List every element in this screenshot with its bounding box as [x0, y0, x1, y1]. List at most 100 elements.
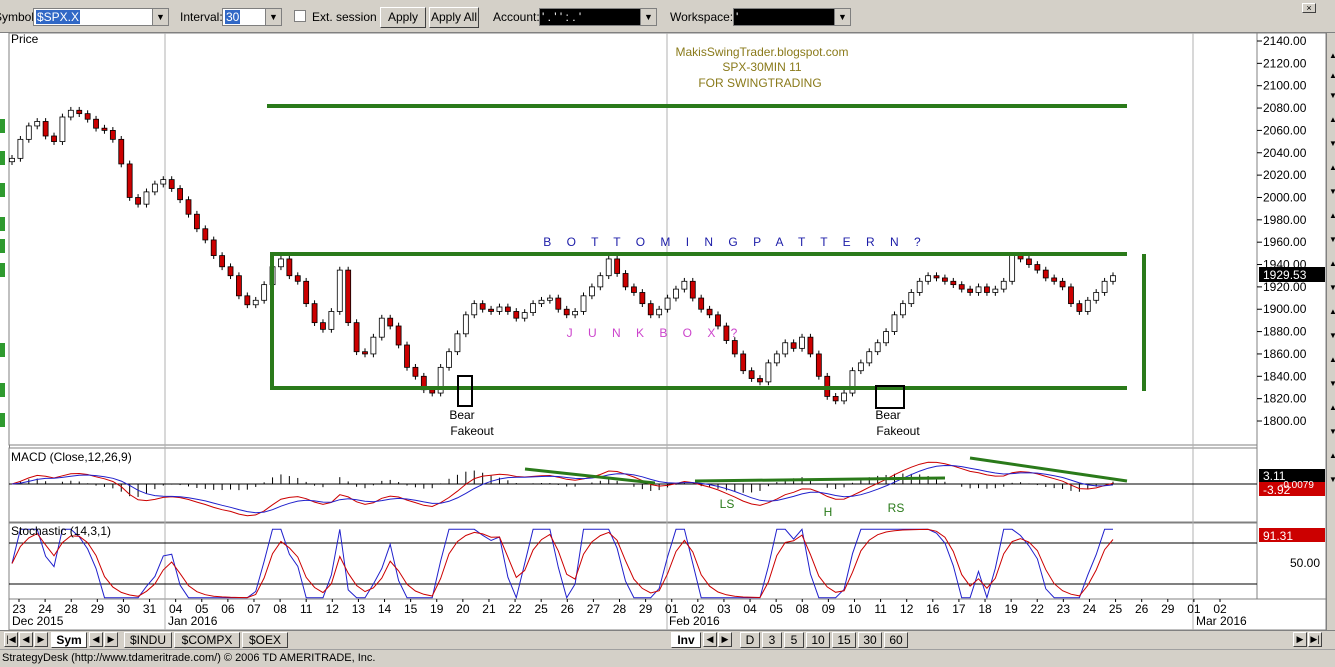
account-dropdown[interactable]: ' . ' ' : . ' ▼: [539, 8, 657, 26]
next-icon[interactable]: ▶: [718, 632, 732, 647]
tab-d[interactable]: D: [740, 632, 760, 648]
date-tick-label: 24: [1083, 602, 1097, 616]
date-tick-label: 07: [247, 602, 261, 616]
chevron-down-icon[interactable]: ▼: [265, 9, 281, 25]
candle-body: [1017, 255, 1024, 260]
arrow-down-icon[interactable]: ▼: [1329, 188, 1335, 196]
close-icon[interactable]: ×: [1302, 3, 1316, 13]
tab-sym[interactable]: Sym: [51, 632, 87, 648]
arrow-up-icon[interactable]: ▲: [1329, 308, 1335, 316]
right-tool-strip: ▲ ▲ ▼ ▲ ▼ ▲ ▼ ▲ ▼ ▲ ▼ ▲ ▼ ▲ ▼ ▲ ▼ ▲ ▼: [1326, 33, 1335, 631]
arrow-up-icon[interactable]: ▲: [1329, 404, 1335, 412]
candle-body: [412, 366, 419, 377]
candle-body: [294, 275, 301, 282]
date-tick-label: 05: [769, 602, 783, 616]
arrow-down-icon[interactable]: ▼: [1329, 428, 1335, 436]
toolbar: Symbol: $SPX.X ▼ Interval: 30 ▼ Ext. ses…: [0, 0, 1335, 33]
candle-body: [731, 340, 738, 355]
date-tick-label: 23: [1057, 602, 1071, 616]
candle-body: [908, 292, 915, 305]
tab-10[interactable]: 10: [806, 632, 830, 648]
date-tick-label: 13: [352, 602, 366, 616]
chevron-down-icon[interactable]: ▼: [152, 9, 168, 25]
tab-inv[interactable]: Inv: [671, 632, 701, 648]
candle-body: [202, 228, 209, 241]
tab-5[interactable]: 5: [784, 632, 804, 648]
candle-body: [286, 258, 293, 277]
date-tick-label: 12: [326, 602, 340, 616]
apply-button[interactable]: Apply: [380, 7, 426, 28]
candle-body: [160, 179, 167, 185]
ext-session-checkbox[interactable]: [294, 10, 306, 22]
candle-body: [278, 258, 284, 268]
next-icon[interactable]: ▶: [1293, 632, 1307, 647]
price-tick-label: 1880.00: [1263, 325, 1307, 339]
month-label-feb: Feb 2016: [669, 614, 720, 628]
arrow-down-icon[interactable]: ▼: [1329, 284, 1335, 292]
candle-body: [1059, 280, 1066, 288]
apply-all-button[interactable]: Apply All: [429, 7, 479, 28]
tab-indu[interactable]: $INDU: [124, 632, 172, 648]
arrow-down-icon[interactable]: ▼: [1329, 476, 1335, 484]
candle-body: [101, 127, 108, 131]
stoch-value: 91.31: [1263, 529, 1293, 543]
arrow-down-icon[interactable]: ▼: [1329, 140, 1335, 148]
ls-label: LS: [720, 497, 735, 511]
candle-body: [429, 389, 436, 394]
workspace-dropdown[interactable]: ' ▼: [733, 8, 851, 26]
candle-body: [706, 308, 713, 316]
date-tick-label: 17: [952, 602, 966, 616]
prev-icon[interactable]: ◀: [89, 632, 103, 647]
arrow-up-icon[interactable]: ▲: [1329, 116, 1335, 124]
prev-icon[interactable]: ◀: [19, 632, 33, 647]
chart-area[interactable]: 2140.00 2120.00 2100.00 2080.00 2060.00 2040.…: [0, 33, 1326, 630]
account-value: ' . ' ' : . ': [542, 10, 582, 24]
candle-body: [925, 275, 931, 282]
last-icon[interactable]: ▶|: [1308, 632, 1322, 647]
tab-oex[interactable]: $OEX: [242, 632, 288, 648]
candle-body: [673, 288, 679, 299]
price-tick-label: 2020.00: [1263, 168, 1307, 182]
next-icon[interactable]: ▶: [104, 632, 118, 647]
month-label-mar: Mar 2016: [1196, 614, 1247, 628]
arrow-up-icon[interactable]: ▲: [1329, 452, 1335, 460]
price-tick-label: 1840.00: [1263, 369, 1307, 383]
tab-60[interactable]: 60: [884, 632, 908, 648]
chevron-down-icon[interactable]: ▼: [834, 9, 850, 25]
month-label-dec: Dec 2015: [12, 614, 64, 628]
candle-body: [25, 125, 32, 140]
symbol-dropdown[interactable]: $SPX.X ▼: [33, 8, 169, 26]
next-icon[interactable]: ▶: [34, 632, 48, 647]
interval-dropdown[interactable]: 30 ▼: [222, 8, 282, 26]
candle-body: [320, 322, 326, 330]
arrow-up-icon[interactable]: ▲: [1329, 212, 1335, 220]
tab-30[interactable]: 30: [858, 632, 882, 648]
arrow-down-icon[interactable]: ▼: [1329, 380, 1335, 388]
candle-body: [614, 258, 621, 274]
prev-icon[interactable]: ◀: [703, 632, 717, 647]
tab-15[interactable]: 15: [832, 632, 856, 648]
tab-compx[interactable]: $COMPX: [174, 632, 240, 648]
candle-body: [807, 336, 814, 355]
arrow-up-icon[interactable]: ▲: [1329, 52, 1335, 60]
chevron-down-icon[interactable]: ▼: [640, 9, 656, 25]
arrow-up-icon[interactable]: ▲: [1329, 72, 1335, 80]
stochastic-title: Stochastic (14,3,1): [11, 524, 111, 538]
date-tick-label: 21: [482, 602, 496, 616]
candle-body: [1101, 280, 1108, 293]
arrow-up-icon[interactable]: ▲: [1329, 356, 1335, 364]
candle-body: [496, 306, 503, 312]
arrow-up-icon[interactable]: ▲: [1329, 260, 1335, 268]
candle-body: [748, 370, 755, 379]
arrow-up-icon[interactable]: ▲: [1329, 164, 1335, 172]
arrow-down-icon[interactable]: ▼: [1329, 332, 1335, 340]
bottom-tab-bar: |◀ ◀ ▶ Sym ◀ ▶ $INDU $COMPX $OEX Inv ◀ ▶…: [0, 630, 1335, 649]
arrow-down-icon[interactable]: ▼: [1329, 236, 1335, 244]
tab-3[interactable]: 3: [762, 632, 782, 648]
candle-body: [866, 351, 873, 364]
candle-body: [84, 113, 91, 120]
first-icon[interactable]: |◀: [4, 632, 18, 647]
arrow-down-icon[interactable]: ▼: [1329, 92, 1335, 100]
candle-body: [546, 297, 553, 301]
candle-body: [933, 275, 940, 279]
